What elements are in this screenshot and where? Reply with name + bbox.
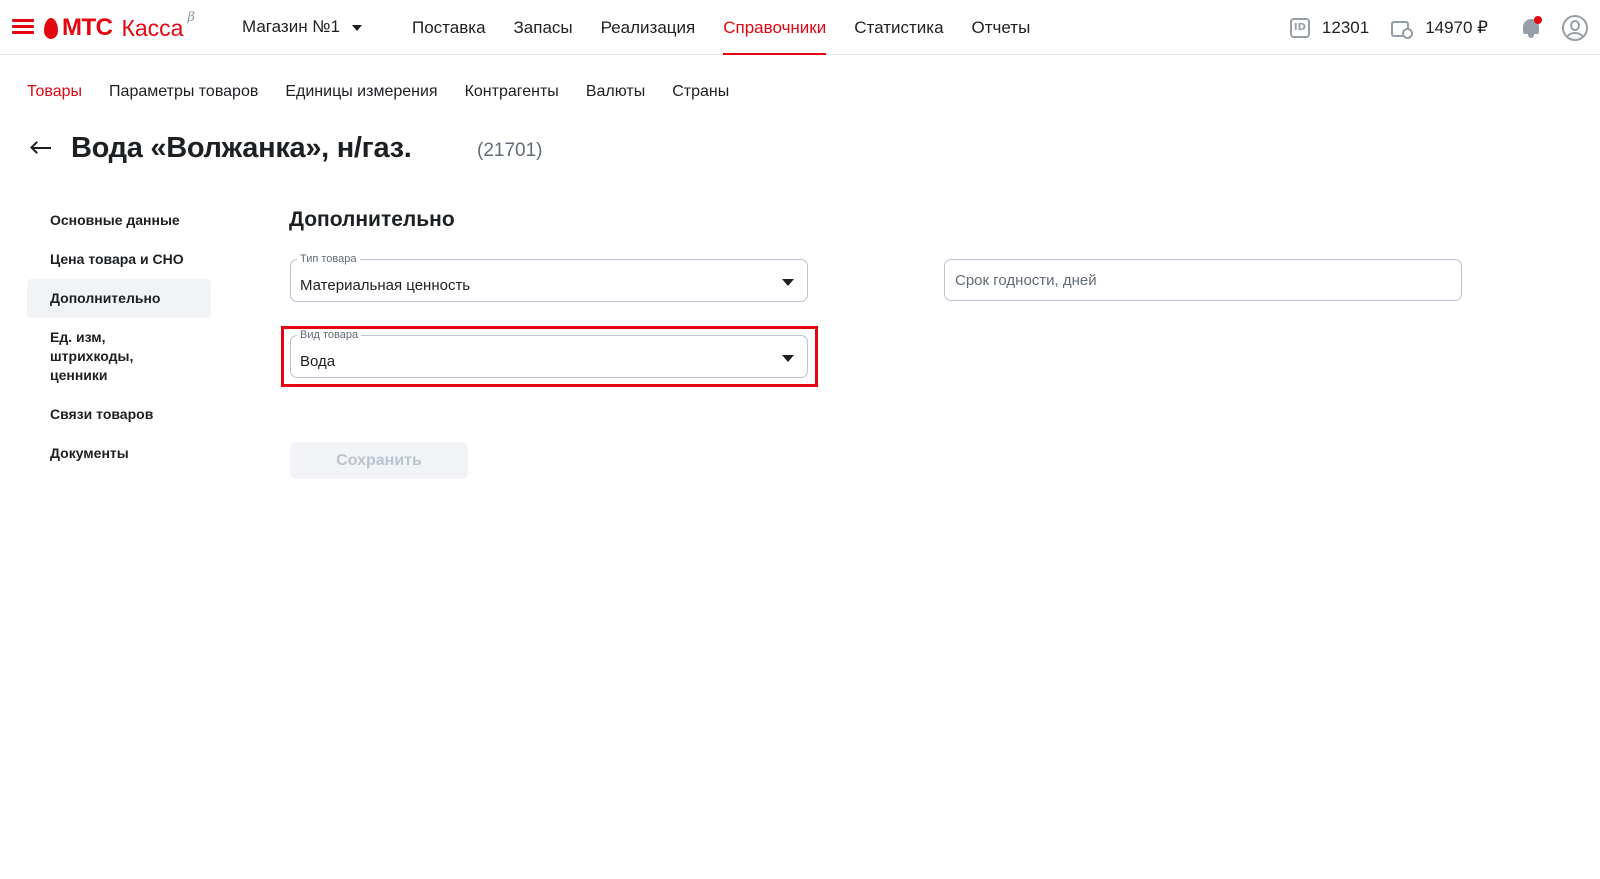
- wallet-icon: [1391, 18, 1414, 39]
- subnav-item-countries[interactable]: Страны: [672, 83, 729, 101]
- logo[interactable]: МТС Касса β: [44, 10, 195, 42]
- sub-nav: Товары Параметры товаров Единицы измерен…: [27, 83, 756, 101]
- nav-item-directories[interactable]: Справочники: [723, 0, 827, 55]
- store-name: Магазин №1: [242, 17, 340, 36]
- balance-value: 14970 ₽: [1425, 17, 1488, 37]
- top-bar: МТС Касса β Магазин №1 Поставка Запасы Р…: [0, 0, 1600, 55]
- save-button[interactable]: Сохранить: [290, 442, 468, 479]
- nav-item-statistics[interactable]: Статистика: [854, 0, 943, 55]
- notification-dot: [1534, 15, 1542, 24]
- nav-item-supply[interactable]: Поставка: [412, 0, 486, 55]
- subnav-item-product-params[interactable]: Параметры товаров: [109, 83, 258, 101]
- chevron-down-icon: [352, 25, 362, 31]
- shelf-life-field[interactable]: [944, 259, 1462, 301]
- shelf-life-input[interactable]: [946, 261, 1460, 299]
- section-title: Дополнительно: [289, 208, 455, 231]
- side-item-units-barcodes[interactable]: Ед. изм, штрихкоды, ценники: [27, 318, 177, 395]
- side-item-product-links[interactable]: Связи товаров: [27, 395, 211, 434]
- side-item-price-tax[interactable]: Цена товара и СНО: [27, 240, 211, 279]
- beta-badge: β: [187, 10, 195, 25]
- main-nav: Поставка Запасы Реализация Справочники С…: [412, 0, 1058, 55]
- top-right-panel: ID 12301 14970 ₽: [1289, 0, 1588, 55]
- account-id: 12301: [1321, 17, 1370, 37]
- side-item-basic-data[interactable]: Основные данные: [27, 201, 211, 240]
- hamburger-menu-icon[interactable]: [12, 19, 34, 35]
- user-avatar-icon[interactable]: [1562, 14, 1588, 41]
- subnav-item-units[interactable]: Единицы измерения: [285, 83, 437, 101]
- arrow-left-icon[interactable]: [29, 136, 53, 160]
- product-type-value: Материальная ценность: [300, 277, 471, 294]
- product-code: (21701): [477, 140, 543, 161]
- id-card-icon: ID: [1289, 17, 1310, 38]
- side-menu: Основные данные Цена товара и СНО Дополн…: [27, 201, 211, 473]
- dropdown-arrow-icon: [782, 279, 794, 286]
- nav-item-stock[interactable]: Запасы: [514, 0, 573, 55]
- store-selector[interactable]: Магазин №1: [242, 17, 362, 37]
- product-kind-value: Вода: [300, 353, 336, 370]
- subnav-item-currencies[interactable]: Валюты: [586, 83, 645, 101]
- nav-item-sales[interactable]: Реализация: [601, 0, 696, 55]
- product-kind-select[interactable]: Вид товара Вода: [290, 329, 808, 378]
- subnav-item-products[interactable]: Товары: [27, 83, 82, 101]
- logo-kassa-text: Касса: [121, 15, 184, 41]
- logo-mts-text: МТС: [62, 14, 113, 41]
- product-type-label: Тип товара: [297, 253, 360, 266]
- mts-egg-logo-icon: [44, 18, 58, 39]
- nav-item-reports[interactable]: Отчеты: [972, 0, 1031, 55]
- product-type-select[interactable]: Тип товара Материальная ценность: [290, 253, 808, 302]
- side-item-documents[interactable]: Документы: [27, 434, 211, 473]
- dropdown-arrow-icon: [782, 355, 794, 362]
- product-kind-label: Вид товара: [297, 329, 362, 342]
- bell-icon[interactable]: [1520, 15, 1542, 40]
- side-item-additional[interactable]: Дополнительно: [27, 279, 211, 318]
- page-title: Вода «Волжанка», н/газ.: [71, 132, 412, 164]
- subnav-item-counterparties[interactable]: Контрагенты: [465, 83, 559, 101]
